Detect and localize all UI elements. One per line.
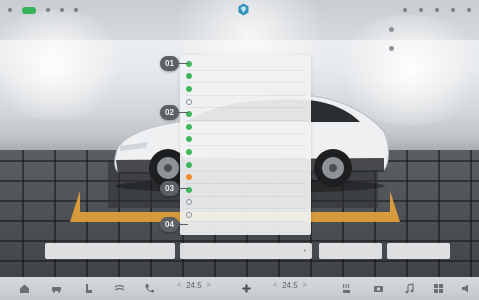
callout-02: 02 (160, 105, 179, 120)
left-temperature-control[interactable]: < 24.5 > (172, 281, 216, 290)
fan-icon[interactable] (240, 282, 253, 295)
profile-icon (74, 8, 78, 12)
status-dot-icon (389, 45, 394, 51)
temp-decrease-icon[interactable]: < (177, 282, 181, 289)
clock (467, 8, 471, 12)
status-indicator-icon (186, 85, 192, 92)
action-button-3[interactable] (319, 243, 382, 259)
status-indicator-icon (186, 98, 192, 105)
dropdown-button[interactable]: ▾ (180, 243, 312, 259)
seat-icon[interactable] (82, 282, 95, 295)
callout-03: 03 (160, 181, 179, 196)
left-temperature: 24.5 (186, 281, 202, 290)
temp-increase-icon[interactable]: > (303, 282, 307, 289)
settings-row[interactable] (186, 171, 305, 184)
vehicle-settings-panel (180, 55, 311, 235)
car-icon[interactable] (50, 282, 63, 295)
notification-icon[interactable] (419, 8, 423, 12)
callout-leader-line (178, 63, 188, 64)
quick-status-item[interactable] (389, 43, 469, 53)
callout-leader-line (178, 224, 188, 225)
brand-logo-icon (238, 3, 249, 16)
action-button-1[interactable] (45, 243, 175, 259)
quick-status-item[interactable] (389, 24, 469, 34)
callout-leader-line (178, 112, 188, 113)
location-icon (60, 8, 64, 12)
status-dot-icon (389, 26, 394, 32)
callout-01: 01 (160, 56, 179, 71)
callout-04: 04 (160, 217, 179, 232)
settings-row[interactable] (186, 209, 305, 222)
status-indicator-icon (186, 199, 192, 206)
settings-row[interactable] (186, 83, 305, 96)
status-bar (0, 0, 479, 20)
home-icon[interactable] (18, 282, 31, 295)
settings-icon[interactable] (435, 8, 439, 12)
settings-row[interactable] (186, 71, 305, 84)
settings-row[interactable] (186, 184, 305, 197)
status-bar-right (391, 0, 471, 20)
music-icon[interactable] (403, 282, 416, 295)
network-status (451, 8, 455, 12)
bluetooth-icon (46, 8, 50, 12)
signal-badge (22, 6, 36, 14)
settings-row[interactable] (186, 96, 305, 109)
user-icon[interactable] (403, 8, 407, 12)
camera-icon[interactable] (372, 282, 385, 295)
status-indicator-icon (186, 174, 192, 181)
settings-row[interactable] (186, 108, 305, 121)
action-button-4[interactable] (387, 243, 450, 259)
heated-seat-icon[interactable] (340, 282, 353, 295)
status-indicator-icon (186, 148, 192, 155)
settings-row[interactable] (186, 146, 305, 159)
apps-grid-icon[interactable] (432, 282, 445, 295)
settings-row[interactable] (186, 121, 305, 134)
status-indicator-icon (186, 136, 192, 143)
status-indicator-icon (186, 211, 192, 218)
status-indicator-icon (186, 161, 192, 168)
settings-row[interactable] (186, 58, 305, 71)
status-indicator-icon (186, 123, 192, 130)
callout-leader-line (178, 188, 188, 189)
phone-icon[interactable] (143, 282, 156, 295)
temp-increase-icon[interactable]: > (207, 282, 211, 289)
right-temperature-control[interactable]: < 24.5 > (268, 281, 312, 290)
climate-icon[interactable] (113, 282, 126, 295)
temp-decrease-icon[interactable]: < (273, 282, 277, 289)
status-indicator-icon (186, 73, 192, 80)
settings-row[interactable] (186, 159, 305, 172)
bottom-dock: < 24.5 > < 24.5 > (0, 277, 479, 300)
right-temperature: 24.5 (282, 281, 298, 290)
quick-status-list (389, 24, 469, 62)
volume-icon[interactable] (460, 282, 473, 295)
wifi-icon (8, 8, 12, 12)
chevron-down-icon: ▾ (303, 248, 306, 254)
settings-row[interactable] (186, 197, 305, 210)
settings-row[interactable] (186, 134, 305, 147)
